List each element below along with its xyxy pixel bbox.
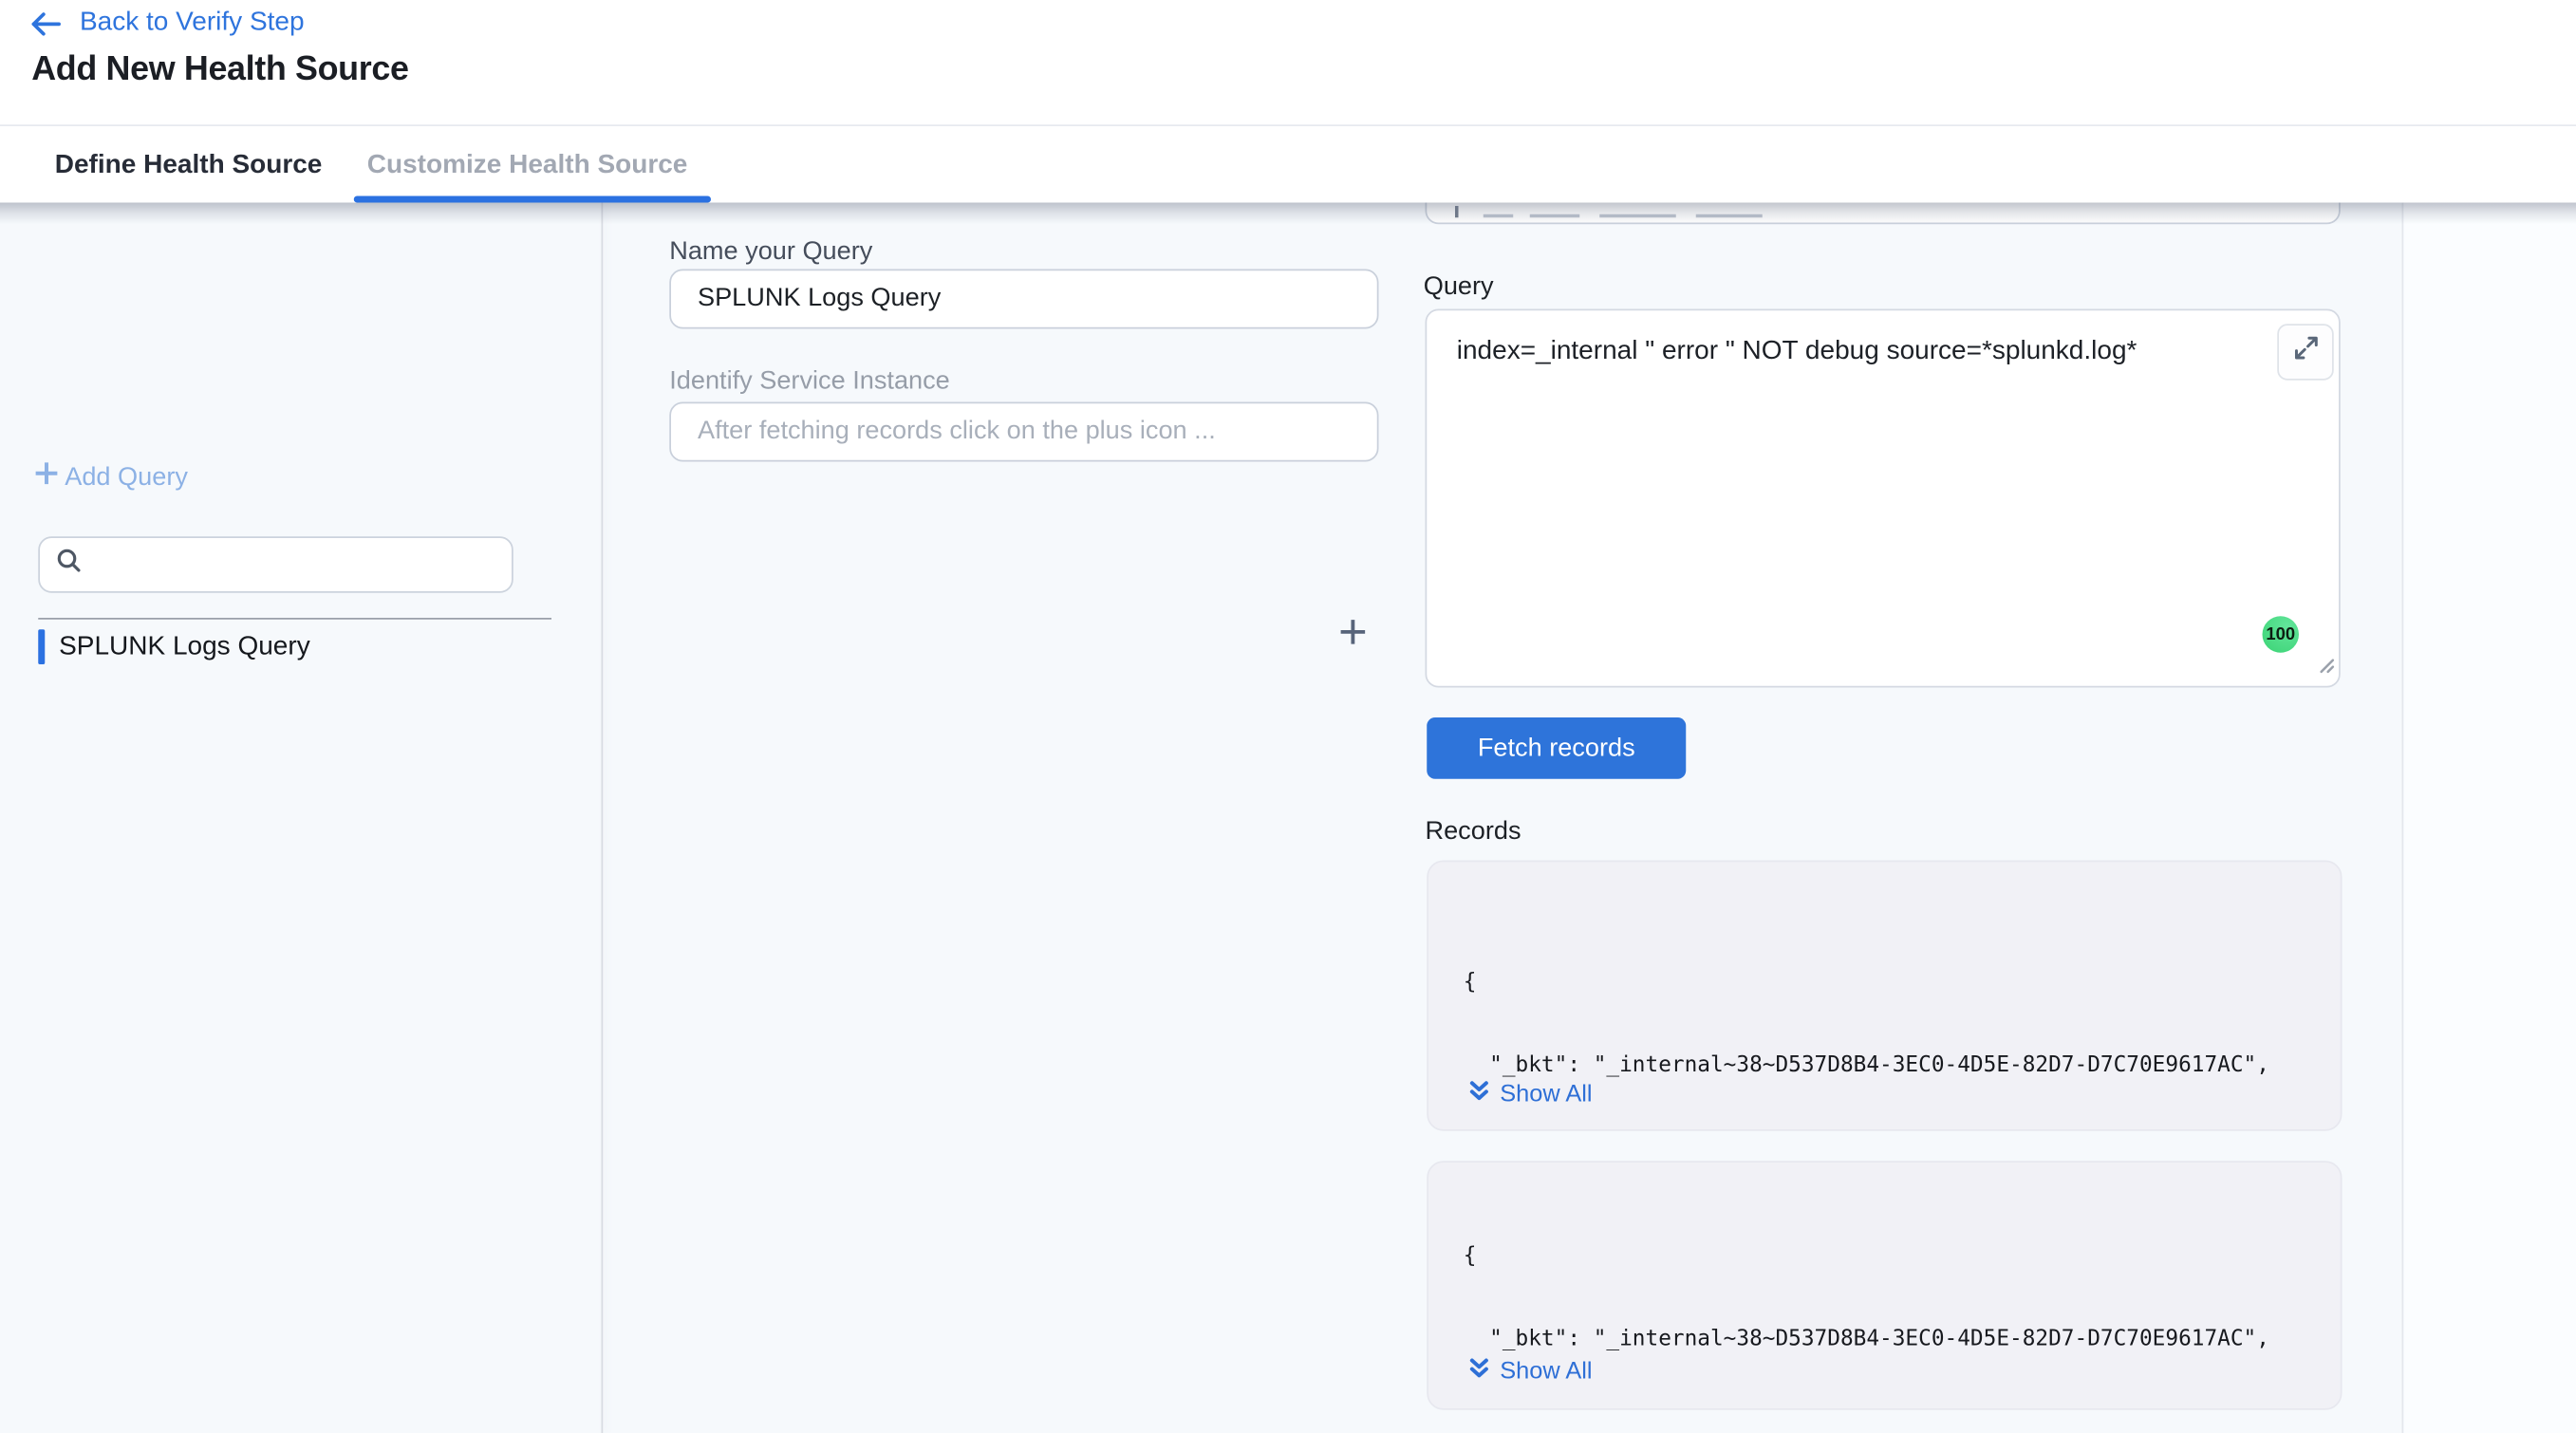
query-name-input[interactable] xyxy=(669,270,1378,329)
health-source-tabbar: Define Health Source Customize Health So… xyxy=(0,128,2576,203)
sidebar-item-splunk-logs-query[interactable]: SPLUNK Logs Query xyxy=(38,629,309,664)
expand-icon xyxy=(2291,334,2320,371)
add-query-button[interactable]: Add Query xyxy=(33,460,188,495)
json-line: { xyxy=(1464,1244,2269,1272)
plus-icon xyxy=(33,460,60,495)
query-search-box[interactable] xyxy=(38,536,513,593)
json-line: "_bkt": "_internal~38~D537D8B4-3EC0-4D5E… xyxy=(1464,1327,2269,1354)
record-card: { "_bkt": "_internal~38~D537D8B4-3EC0-4D… xyxy=(1427,1161,2342,1410)
clipped-text-remnant xyxy=(1530,214,1580,218)
clipped-text-remnant xyxy=(1599,214,1676,218)
tab-define-health-source[interactable]: Define Health Source xyxy=(55,128,323,203)
back-arrow-icon xyxy=(30,10,62,35)
name-your-query-label: Name your Query xyxy=(669,237,872,268)
query-label: Query xyxy=(1424,272,1494,303)
tab-customize-health-source[interactable]: Customize Health Source xyxy=(367,128,688,203)
back-to-verify-step-link[interactable]: Back to Verify Step xyxy=(30,9,305,39)
sidebar-rule xyxy=(38,618,551,620)
resize-handle-icon[interactable] xyxy=(2316,653,2336,683)
record-count-badge: 100 xyxy=(2263,616,2300,653)
records-label: Records xyxy=(1426,817,1521,847)
right-gutter xyxy=(2403,203,2576,1433)
query-editor: index=_internal " error " NOT debug sour… xyxy=(1426,309,2341,688)
clipped-text-remnant xyxy=(1455,206,1459,217)
double-chevron-down-icon xyxy=(1468,1357,1490,1387)
record-card: { "_bkt": "_internal~38~D537D8B4-3EC0-4D… xyxy=(1427,861,2342,1131)
service-instance-plus-icon[interactable] xyxy=(1339,618,1368,646)
service-instance-input[interactable] xyxy=(669,402,1378,462)
sidebar-divider xyxy=(602,203,604,1433)
back-link-label: Back to Verify Step xyxy=(80,9,305,39)
query-item-label: SPLUNK Logs Query xyxy=(59,632,310,662)
fetch-records-button[interactable]: Fetch records xyxy=(1427,717,1686,779)
show-all-label: Show All xyxy=(1500,1081,1592,1107)
clipped-text-remnant xyxy=(1696,214,1763,218)
customize-health-source-panel: Add Query SPLUNK Logs Query Name your Qu… xyxy=(0,203,2576,1433)
query-text[interactable]: index=_internal " error " NOT debug sour… xyxy=(1457,334,2239,371)
clipped-input-above[interactable] xyxy=(1426,203,2341,225)
clipped-text-remnant xyxy=(1484,214,1514,218)
panel-right-divider xyxy=(2402,203,2404,1433)
selected-item-bar xyxy=(38,629,44,664)
active-tab-underline xyxy=(354,196,711,202)
show-all-link[interactable]: Show All xyxy=(1468,1080,1593,1110)
add-query-label: Add Query xyxy=(65,462,188,493)
page-title: Add New Health Source xyxy=(31,50,408,90)
double-chevron-down-icon xyxy=(1468,1080,1490,1110)
search-icon xyxy=(57,549,82,582)
search-input[interactable] xyxy=(95,549,495,580)
expand-query-button[interactable] xyxy=(2277,324,2334,381)
json-line: { xyxy=(1464,970,2269,997)
identify-service-instance-label: Identify Service Instance xyxy=(669,367,950,398)
json-line: "_bkt": "_internal~38~D537D8B4-3EC0-4D5E… xyxy=(1464,1052,2269,1080)
show-all-link[interactable]: Show All xyxy=(1468,1357,1593,1387)
show-all-label: Show All xyxy=(1500,1359,1592,1386)
add-health-source-page: Back to Verify Step Add New Health Sourc… xyxy=(0,0,2576,1433)
page-header: Back to Verify Step Add New Health Sourc… xyxy=(0,0,2576,126)
